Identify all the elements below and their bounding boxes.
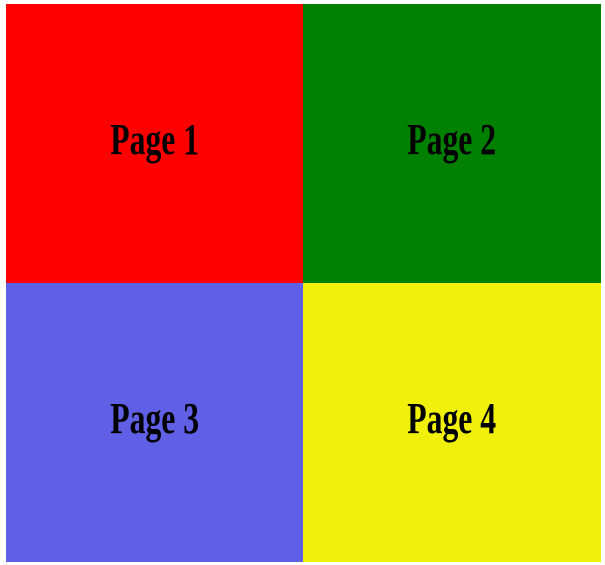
page-1-tile[interactable]: Page 1 bbox=[6, 4, 303, 283]
page-4-label: Page 4 bbox=[407, 394, 497, 443]
page-4-tile[interactable]: Page 4 bbox=[303, 283, 601, 562]
page-2-tile[interactable]: Page 2 bbox=[303, 4, 601, 283]
page-2-label: Page 2 bbox=[407, 115, 497, 164]
page-1-label: Page 1 bbox=[110, 115, 199, 164]
page-3-label: Page 3 bbox=[110, 394, 199, 443]
page-grid: Page 1 Page 2 Page 3 Page 4 bbox=[6, 4, 601, 562]
page-3-tile[interactable]: Page 3 bbox=[6, 283, 303, 562]
